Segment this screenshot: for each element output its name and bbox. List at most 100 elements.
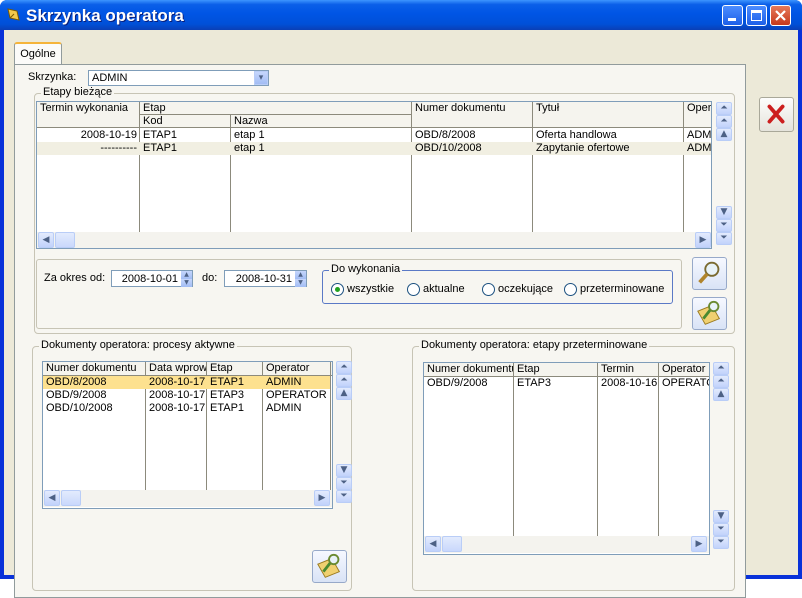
scroll-bottom-button[interactable]: ⏷ [336, 490, 352, 503]
procesy-aktywne-grid[interactable]: Numer dokumentu Data wprowadzenia Etap O… [42, 361, 333, 509]
col-header-etap[interactable]: Etap [207, 362, 263, 376]
scroll-top-button[interactable]: ⏶ [713, 362, 729, 375]
skrzynka-combo[interactable]: ADMIN ▾ [88, 70, 269, 86]
col-header-numer[interactable]: Numer dokumentu [424, 363, 514, 377]
col-header-etap[interactable]: Etap [514, 363, 598, 377]
edit-process-button[interactable] [312, 550, 347, 583]
cell-tytul: Zapytanie ofertowe [536, 142, 630, 154]
scroll-left-button[interactable]: ◀ [425, 536, 441, 552]
scroll-thumb[interactable] [55, 232, 75, 248]
radio-wszystkie-label[interactable]: wszystkie [347, 283, 394, 295]
chevron-down-icon[interactable]: ▾ [254, 71, 268, 85]
scroll-top-button[interactable]: ⏶ [336, 361, 352, 374]
spin-down-icon[interactable]: ▼ [295, 279, 306, 287]
scroll-pagedown-button[interactable]: ⏷ [336, 477, 352, 490]
close-icon [775, 10, 786, 21]
scroll-pagedown-button[interactable]: ⏷ [713, 523, 729, 536]
radio-oczekujace-label[interactable]: oczekujące [498, 283, 553, 295]
filter-panel: Za okres od: 2008-10-01 ▲ ▼ do: 2008-10-… [36, 259, 682, 329]
scroll-up-button[interactable]: ▲ [713, 388, 729, 401]
table-row[interactable]: OBD/10/2008 2008-10-17 ETAP1 ADMIN [43, 402, 330, 415]
horizontal-scrollbar[interactable]: ◀ ▶ [43, 490, 332, 507]
radio-aktualne[interactable] [407, 283, 420, 296]
cell-nazwa: etap 1 [234, 142, 265, 154]
cell-numer: OBD/8/2008 [415, 129, 476, 141]
spin-down-icon[interactable]: ▼ [181, 279, 192, 287]
minimize-button[interactable] [722, 5, 743, 26]
etapy-biezace-group: Etapy bieżące Termin wykonania Etap Kod … [34, 86, 735, 334]
scroll-up-button[interactable]: ▲ [336, 387, 352, 400]
col-header-termin[interactable]: Termin [598, 363, 659, 377]
search-button[interactable] [692, 257, 727, 290]
scroll-left-button[interactable]: ◀ [44, 490, 60, 506]
scroll-right-button[interactable]: ▶ [314, 490, 330, 506]
scroll-down-button[interactable]: ▼ [713, 510, 729, 523]
col-header-operator[interactable]: Operator [684, 102, 711, 128]
cell-kod: ETAP1 [143, 129, 178, 141]
scroll-pageup-button[interactable]: ⏶ [713, 375, 729, 388]
scroll-top-button[interactable]: ⏶ [716, 102, 732, 115]
cell-termin: 2008-10-16 [601, 377, 658, 389]
cell-operator: ADMIN [687, 142, 712, 154]
scroll-right-button[interactable]: ▶ [695, 232, 711, 248]
minimize-icon [728, 18, 736, 21]
etapy-biezace-grid[interactable]: Termin wykonania Etap Kod Nazwa Numer do… [36, 101, 712, 249]
title-bar[interactable]: Skrzynka operatora [0, 0, 802, 30]
cell-data: 2008-10-17 [149, 402, 206, 414]
col-header-numer[interactable]: Numer dokumentu [412, 102, 533, 128]
etapy-przeterminowane-grid[interactable]: Numer dokumentu Etap Termin Operator OBD… [423, 362, 710, 555]
col-header-tytul[interactable]: Tytuł [533, 102, 684, 128]
radio-przeterminowane[interactable] [564, 283, 577, 296]
okres-od-field[interactable]: 2008-10-01 ▲ ▼ [111, 270, 193, 287]
col-header-operator[interactable]: Operator [659, 363, 709, 377]
cell-termin: ---------- [100, 142, 137, 154]
maximize-button[interactable] [746, 5, 767, 26]
scroll-bottom-button[interactable]: ⏷ [716, 232, 732, 245]
col-header-kod[interactable]: Kod [140, 115, 231, 128]
table-row[interactable]: OBD/9/2008 2008-10-17 ETAP3 OPERATOR [43, 389, 330, 402]
spin-up-icon[interactable]: ▲ [181, 271, 192, 279]
close-window-button[interactable] [770, 5, 791, 26]
magnifier-icon [698, 261, 720, 284]
scroll-left-button[interactable]: ◀ [38, 232, 54, 248]
scroll-down-button[interactable]: ▼ [716, 206, 732, 219]
scroll-up-button[interactable]: ▲ [716, 128, 732, 141]
radio-przeterminowane-label[interactable]: przeterminowane [580, 283, 664, 295]
tab-ogolne[interactable]: Ogólne [14, 42, 62, 65]
table-row[interactable]: 2008-10-19 ETAP1 etap 1 OBD/8/2008 Ofert… [37, 129, 712, 142]
maximize-icon [751, 10, 762, 21]
col-header-nazwa[interactable]: Nazwa [231, 115, 412, 128]
scroll-down-button[interactable]: ▼ [336, 464, 352, 477]
okres-od-value: 2008-10-01 [121, 273, 178, 285]
cell-numer: OBD/8/2008 [46, 376, 107, 388]
scroll-thumb[interactable] [61, 490, 81, 506]
okres-do-field[interactable]: 2008-10-31 ▲ ▼ [224, 270, 307, 287]
scroll-pageup-button[interactable]: ⏶ [716, 115, 732, 128]
col-header-operator[interactable]: Operator [263, 362, 332, 376]
horizontal-scrollbar[interactable]: ◀ ▶ [424, 536, 709, 553]
table-row[interactable]: OBD/8/2008 2008-10-17 ETAP1 ADMIN [43, 376, 330, 389]
scroll-pageup-button[interactable]: ⏶ [336, 374, 352, 387]
col-header-data[interactable]: Data wprowadzenia [146, 362, 207, 376]
radio-wszystkie[interactable] [331, 283, 344, 296]
horizontal-scrollbar[interactable]: ◀ ▶ [37, 232, 711, 248]
edit-document-button[interactable] [692, 297, 727, 330]
do-wykonania-group: Do wykonania wszystkie aktualne oczekują… [322, 263, 673, 304]
col-header-numer[interactable]: Numer dokumentu [43, 362, 146, 376]
cell-operator: ADMIN [687, 129, 712, 141]
scroll-pagedown-button[interactable]: ⏷ [716, 219, 732, 232]
table-row[interactable]: ---------- ETAP1 etap 1 OBD/10/2008 Zapy… [37, 142, 712, 155]
cell-numer: OBD/9/2008 [46, 389, 107, 401]
cell-termin: 2008-10-19 [80, 129, 137, 141]
scroll-bottom-button[interactable]: ⏷ [713, 536, 729, 549]
col-header-etap[interactable]: Etap [140, 102, 412, 115]
radio-aktualne-label[interactable]: aktualne [423, 283, 465, 295]
scroll-right-button[interactable]: ▶ [691, 536, 707, 552]
application-window: Skrzynka operatora Ogólne Skrzynka: ADMI… [0, 0, 802, 598]
close-form-button[interactable] [759, 97, 794, 132]
spin-up-icon[interactable]: ▲ [295, 271, 306, 279]
col-header-termin[interactable]: Termin wykonania [37, 102, 140, 128]
radio-oczekujace[interactable] [482, 283, 495, 296]
scroll-thumb[interactable] [442, 536, 462, 552]
table-row[interactable]: OBD/9/2008 ETAP3 2008-10-16 OPERATOR [424, 377, 709, 390]
